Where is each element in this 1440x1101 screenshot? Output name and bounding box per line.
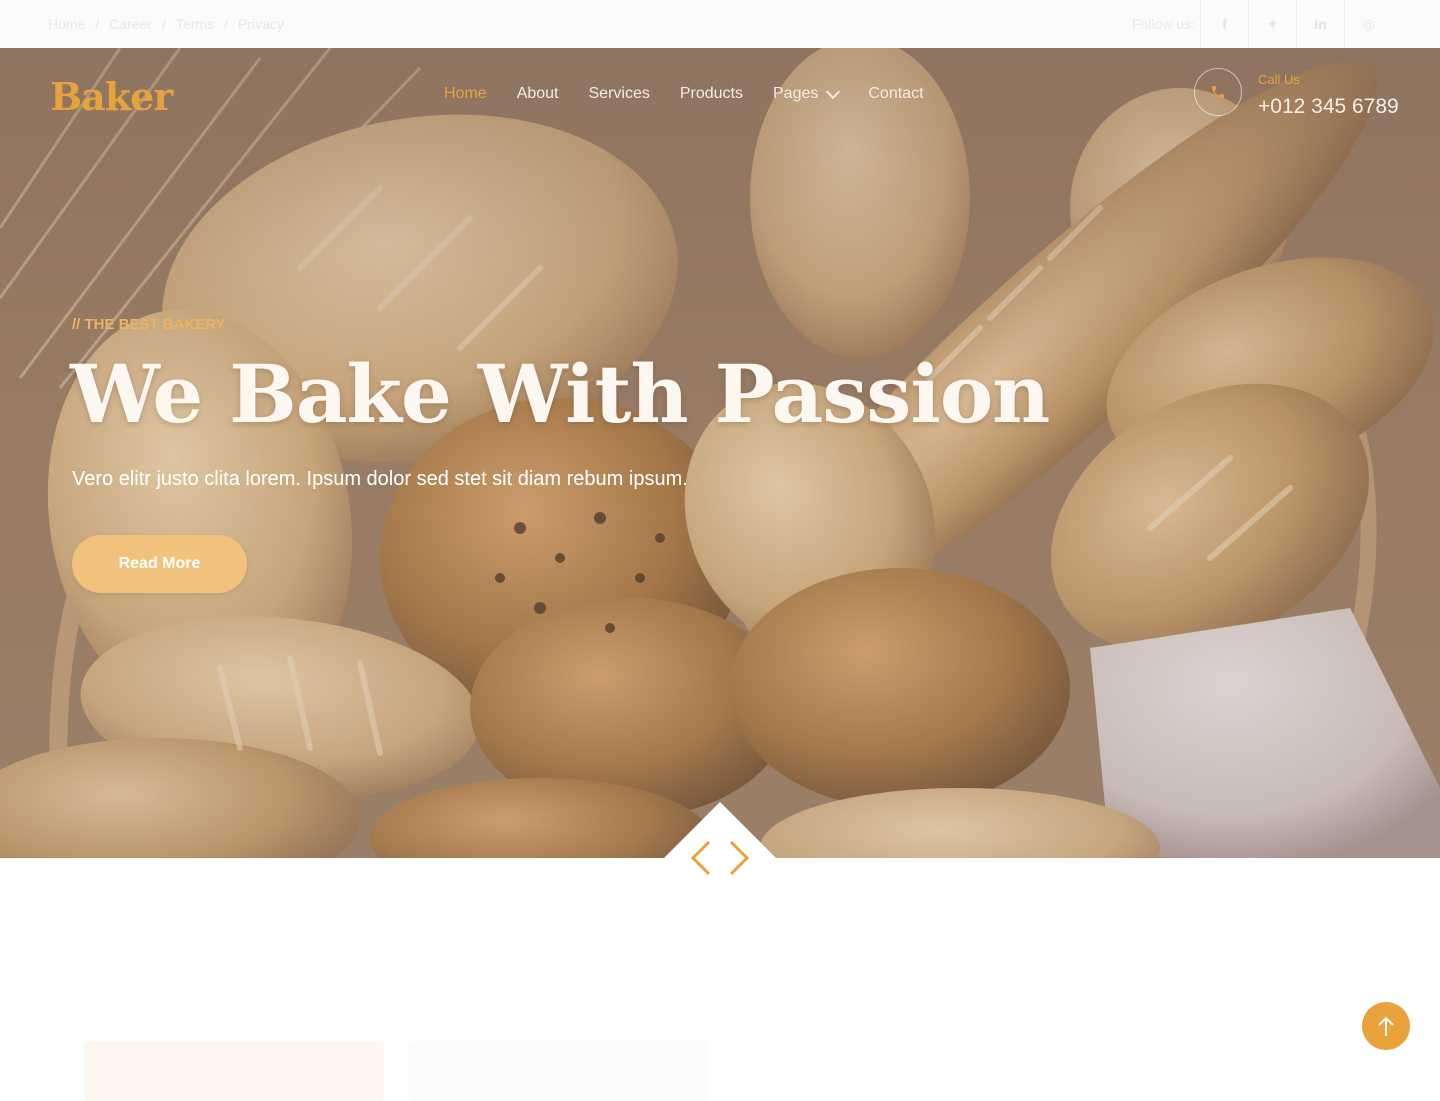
separator: / — [162, 16, 166, 32]
top-bar: Home / Career / Terms / Privacy Follow u… — [0, 0, 1440, 48]
site-logo[interactable]: Baker — [50, 74, 173, 119]
carousel-prev-icon[interactable] — [690, 840, 712, 876]
call-us-label: Call Us — [1258, 72, 1300, 87]
back-to-top-button[interactable] — [1362, 1002, 1410, 1050]
facebook-icon[interactable]: f — [1200, 0, 1248, 48]
phone-number[interactable]: +012 345 6789 — [1258, 95, 1399, 119]
instagram-icon[interactable]: ◎ — [1344, 0, 1392, 48]
hero-carousel: Baker Home About Services Products Pages… — [0, 48, 1440, 858]
top-link-home[interactable]: Home — [48, 16, 85, 32]
separator: / — [224, 16, 228, 32]
arrow-up-icon — [1378, 1016, 1394, 1036]
hero-headline: We Bake With Passion — [70, 347, 1050, 441]
top-links: Home / Career / Terms / Privacy — [48, 16, 284, 32]
chevron-down-icon — [826, 84, 841, 100]
nav-about[interactable]: About — [517, 85, 559, 103]
hero-overlay — [0, 48, 1440, 858]
follow-label: Follow us: — [1132, 16, 1196, 32]
top-link-privacy[interactable]: Privacy — [238, 16, 284, 32]
nav-products[interactable]: Products — [680, 85, 743, 103]
twitter-icon[interactable]: ✦ — [1248, 0, 1296, 48]
top-link-terms[interactable]: Terms — [176, 16, 214, 32]
hero-tagline: // THE BEST BAKERY — [72, 316, 226, 333]
feature-card — [84, 1041, 384, 1101]
feature-card — [408, 1041, 708, 1101]
social-links: f ✦ in ◎ — [1200, 0, 1392, 48]
phone-icon[interactable] — [1194, 68, 1242, 116]
nav-pages-label: Pages — [773, 85, 819, 102]
hero-subtitle: Vero elitr justo clita lorem. Ipsum dolo… — [72, 468, 688, 490]
separator: / — [95, 16, 100, 32]
nav-home[interactable]: Home — [444, 85, 487, 103]
nav-contact[interactable]: Contact — [868, 85, 923, 103]
carousel-next-icon[interactable] — [728, 840, 750, 876]
read-more-button[interactable]: Read More — [72, 535, 247, 593]
linkedin-icon[interactable]: in — [1296, 0, 1344, 48]
carousel-nav-diamond — [664, 802, 776, 914]
nav-services[interactable]: Services — [589, 85, 650, 103]
nav-pages-dropdown[interactable]: Pages — [773, 84, 841, 103]
top-link-career[interactable]: Career — [109, 16, 152, 32]
main-nav: Home About Services Products Pages Conta… — [444, 84, 924, 103]
